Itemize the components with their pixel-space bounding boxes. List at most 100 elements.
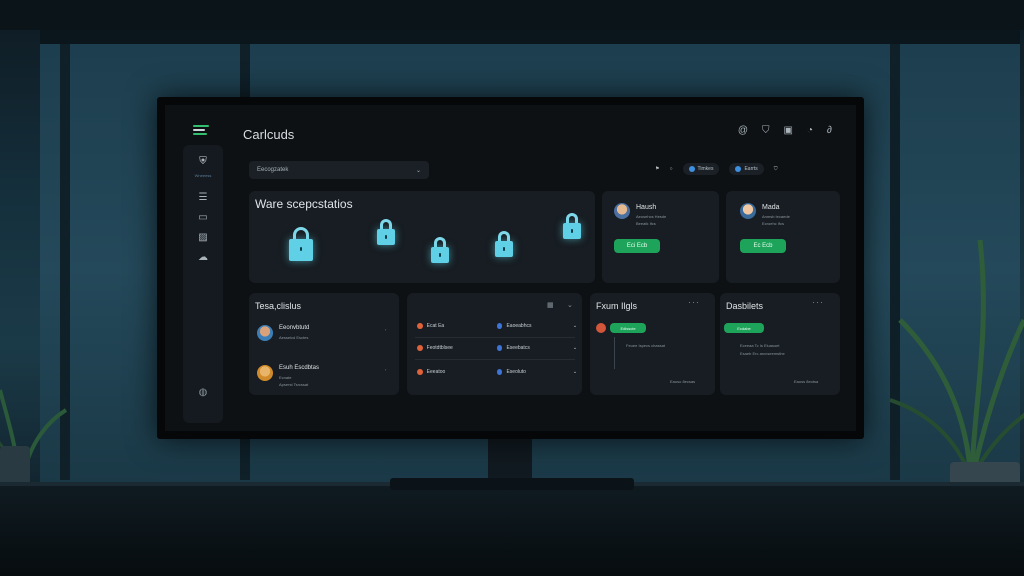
user-action-button[interactable]: Ec Ecb (740, 239, 786, 253)
chevron-down-icon: ⌄ (572, 323, 578, 329)
search-select[interactable]: Eecogzatek ⌄ (249, 161, 429, 179)
app-screen: Carlcuds @ ⛉ ▣ ◔ ∂ ⛨ Wneeess ☰ ▭ ▨ ☁ ◍ E… (165, 105, 856, 431)
sidebar-item-globe[interactable]: ◍ (191, 387, 215, 411)
avatar (740, 203, 756, 219)
monitor: Carlcuds @ ⛉ ▣ ◔ ∂ ⛨ Wneeess ☰ ▭ ▨ ☁ ◍ E… (157, 97, 864, 439)
list-item[interactable]: Ecat Ea Eaoeabhcs ⌄ (417, 323, 577, 329)
gauge-icon[interactable]: ◔ (807, 125, 813, 136)
status-dot (688, 166, 695, 172)
sidebar-item-security[interactable]: ⛨ (191, 151, 215, 171)
timeline-footer: Eauso 8ecsas (670, 379, 696, 384)
more-icon[interactable]: ··· (688, 297, 700, 307)
chip-earrts[interactable]: Earrts (729, 163, 764, 175)
member-detail: Apserst Tsrcssat (279, 382, 309, 387)
member-role: Ecnate (279, 375, 292, 380)
sidebar-item-image[interactable]: ▨ (191, 227, 215, 247)
status-dot (735, 166, 742, 172)
chevron-right-icon[interactable]: › (385, 327, 386, 332)
list-item[interactable]: Eeeatoo Eseoluto ⌄ (417, 369, 577, 375)
dashlet-line: Esaeb Erc arcnseemsthe (740, 351, 785, 356)
list-item-right: Eaoeabhcs (506, 323, 532, 329)
dashlet-line: Eceeaa Tc Is Eluasoet (740, 343, 780, 348)
timeline-card: Fxum Ilgls ··· Edlsscte Feuee Ispecs cha… (590, 293, 715, 395)
ceiling (0, 0, 1024, 30)
status-dot (417, 323, 423, 329)
list-card: ▦ ⌄ Ecat Ea Eaoeabhcs ⌄ Feotdtblsee Esee… (407, 293, 582, 395)
folder-icon: ▭ (198, 211, 208, 223)
chevron-down-icon[interactable]: ⌄ (567, 301, 573, 309)
status-dot (496, 369, 503, 375)
chevron-down-icon: ⌄ (572, 345, 578, 351)
divider (415, 359, 575, 360)
divider (415, 337, 575, 338)
image-icon: ▨ (198, 231, 208, 243)
avatar (614, 203, 630, 219)
status-badge[interactable]: Edlsscte (610, 323, 646, 333)
status-dot (417, 345, 423, 351)
list-item-right: Eseoluto (506, 369, 526, 375)
monitor-stand (488, 436, 532, 480)
sidebar-item-folder[interactable]: ▭ (191, 207, 215, 227)
circle-icon[interactable]: ○ (669, 166, 672, 172)
grid-icon[interactable]: ▦ (547, 301, 554, 309)
user-role: Aeusehcs Hesde (636, 214, 667, 219)
chip-label: Earrts (744, 166, 758, 172)
chevron-right-icon[interactable]: › (385, 367, 386, 372)
toolbar-right: ⚑ ○ Timkes Earrts ⛉ (655, 163, 778, 175)
user-card: Mada Anmsb Iecaede Ecroehc Ifcs Ec Ecb (726, 191, 840, 283)
chevron-down-icon: ⌄ (415, 167, 421, 174)
team-card: Tesa,clislus Eeonvbtutd Aesselcd Esctes … (249, 293, 399, 395)
flag-icon[interactable]: ⚑ (655, 166, 659, 172)
app-title: Carlcuds (243, 127, 295, 142)
desk (0, 486, 1024, 576)
cloud-icon: ☁ (198, 251, 208, 263)
user-detail: Beeatk Ifcs (636, 221, 656, 226)
monitor-base (390, 478, 634, 490)
sidebar-item-layers[interactable]: ☰ (191, 187, 215, 207)
user-detail: Ecroehc Ifcs (762, 221, 785, 226)
more-icon[interactable]: ··· (812, 297, 824, 307)
sidebar-item-cloud[interactable]: ☁ (191, 247, 215, 267)
list-item[interactable]: Feotdtblsee Eseebatcs ⌄ (417, 345, 577, 351)
dashlets-card: Dasbilets ··· Ecdabe Eceeaa Tc Is Eluaso… (720, 293, 840, 395)
at-icon[interactable]: @ (738, 125, 748, 136)
timeline-card-title: Fxum Ilgls (596, 301, 638, 311)
shield-icon[interactable]: ⛉ (762, 125, 770, 136)
select-value: Eecogzatek (257, 167, 289, 173)
globe-icon: ◍ (198, 387, 208, 398)
app-logo (193, 125, 215, 139)
status-badge[interactable]: Ecdabe (724, 323, 764, 333)
avatar (596, 323, 606, 333)
timeline-line (614, 337, 615, 369)
member-name: Esuh Escdbtas (279, 365, 320, 371)
member-name: Eeonvbtutd (279, 325, 310, 331)
user-name: Mada (762, 204, 780, 211)
status-dot (496, 323, 503, 329)
dashlet-footer: Eauss 8eotsa (794, 379, 819, 384)
sidebar: ⛨ Wneeess ☰ ▭ ▨ ☁ ◍ (183, 145, 223, 423)
list-item-left: Eeeatoo (426, 369, 446, 375)
team-card-title: Tesa,clislus (255, 301, 302, 311)
link-icon[interactable]: ∂ (827, 125, 832, 136)
top-toolbar: @ ⛉ ▣ ◔ ∂ (738, 125, 832, 136)
user-name: Haush (636, 204, 657, 211)
status-dot (496, 345, 503, 351)
locks-card-title: Ware scepcstatios (255, 197, 353, 211)
shield-lock-icon: ⛨ (199, 155, 207, 167)
shield-check-icon[interactable]: ⛉ (774, 166, 778, 172)
list-item-left: Feotdtblsee (426, 345, 453, 351)
user-action-button[interactable]: Eci Ecb (614, 239, 660, 253)
user-role: Anmsb Iecaede (762, 214, 790, 219)
member-role: Aesselcd Esctes (279, 335, 309, 340)
avatar (257, 325, 273, 341)
timeline-entry: Feuee Ispecs chassat (626, 343, 665, 348)
chip-timkes[interactable]: Timkes (682, 163, 720, 175)
list-item-left: Ecat Ea (426, 323, 445, 329)
chevron-down-icon: ⌄ (572, 369, 578, 375)
locks-card: Ware scepcstatios (249, 191, 595, 283)
list-item-right: Eseebatcs (506, 345, 530, 351)
square-icon[interactable]: ▣ (784, 125, 793, 136)
layers-icon: ☰ (198, 191, 208, 203)
plant-right (889, 239, 1024, 472)
dashlets-card-title: Dasbilets (726, 301, 764, 311)
